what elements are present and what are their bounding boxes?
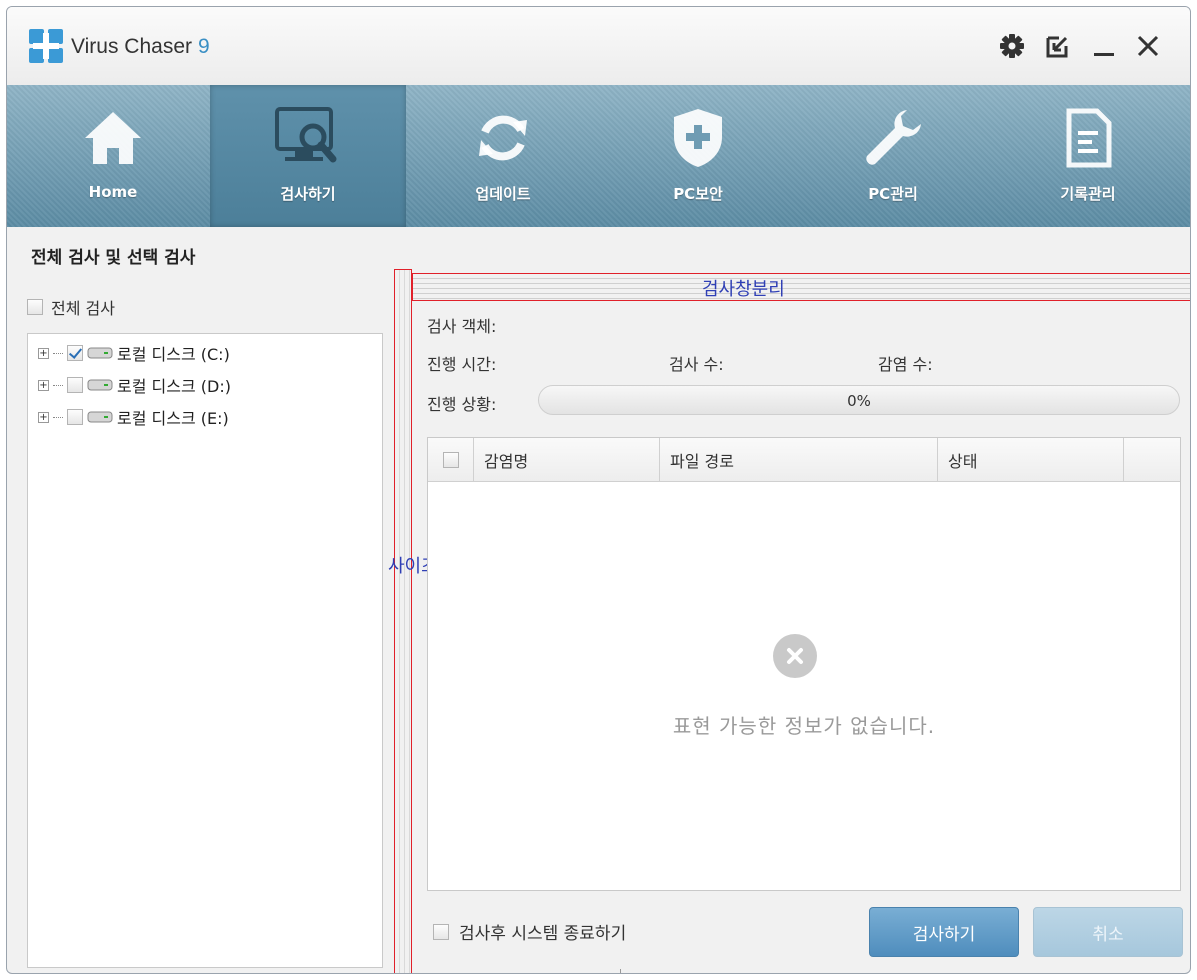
shield-plus-icon xyxy=(663,103,733,173)
minimize-icon[interactable] xyxy=(1087,29,1121,63)
shutdown-checkbox[interactable] xyxy=(433,923,449,940)
infected-count-label: 감염 수: xyxy=(878,355,933,374)
full-scan-checkbox[interactable] xyxy=(27,299,43,315)
select-all-checkbox[interactable] xyxy=(442,452,459,468)
nav-pc-manage-label: PC관리 xyxy=(868,185,918,203)
tree-item-drive-d[interactable]: + 로컬 디스크 (D:) xyxy=(38,374,231,396)
drive-icon xyxy=(87,379,113,391)
drive-d-label: 로컬 디스크 (D:) xyxy=(117,377,231,396)
results-table: 감염명 파일 경로 상태 표현 가능한 정보가 없습니다. xyxy=(427,437,1181,891)
resize-splitter[interactable] xyxy=(394,269,412,973)
home-icon xyxy=(78,103,148,173)
nav-update-label: 업데이트 xyxy=(475,185,531,203)
nav-scan-label: 검사하기 xyxy=(280,185,336,203)
app-window: Virus Chaser 9 Home 검사하기 업데이트 PC보안 PC관리 … xyxy=(6,6,1191,974)
scan-object-label: 검사 객체: xyxy=(427,317,497,336)
mini-mode-icon[interactable] xyxy=(1041,29,1075,63)
scan-monitor-icon xyxy=(273,103,343,173)
nav-update[interactable]: 업데이트 xyxy=(405,85,601,227)
drive-icon xyxy=(87,411,113,423)
progress-bar: 0% xyxy=(538,385,1180,415)
shutdown-label: 검사후 시스템 종료하기 xyxy=(459,924,627,944)
drive-c-checkbox[interactable] xyxy=(67,345,83,361)
title-bar: Virus Chaser 9 xyxy=(7,7,1190,85)
full-scan-option[interactable]: 전체 검사 xyxy=(27,295,115,319)
tree-item-drive-c[interactable]: + 로컬 디스크 (C:) xyxy=(38,342,230,364)
expand-icon[interactable]: + xyxy=(38,411,49,423)
nav-scan[interactable]: 검사하기 xyxy=(210,85,406,227)
shutdown-after-scan-option[interactable]: 검사후 시스템 종료하기 xyxy=(433,919,626,944)
nav-pc-security[interactable]: PC보안 xyxy=(600,85,796,227)
app-title: Virus Chaser 9 xyxy=(71,35,210,59)
drive-tree: + 로컬 디스크 (C:) + 로컬 디스크 (D:) + 로컬 디스크 (E:… xyxy=(27,333,383,968)
cancel-button[interactable]: 취소 xyxy=(1033,907,1183,957)
settings-gear-icon[interactable] xyxy=(995,29,1029,63)
empty-state-icon xyxy=(773,634,817,678)
drive-c-label: 로컬 디스크 (C:) xyxy=(117,345,230,364)
nav-pc-security-label: PC보안 xyxy=(673,185,723,203)
table-header: 감염명 파일 경로 상태 xyxy=(428,438,1180,482)
divider xyxy=(620,969,621,973)
select-all-column xyxy=(428,438,474,482)
detach-annotation: 검사창분리 xyxy=(702,279,785,300)
empty-state-message: 표현 가능한 정보가 없습니다. xyxy=(672,714,936,738)
drive-e-label: 로컬 디스크 (E:) xyxy=(117,409,229,428)
app-logo-icon xyxy=(29,29,63,63)
elapsed-time-label: 진행 시간: xyxy=(427,355,497,374)
main-nav: Home 검사하기 업데이트 PC보안 PC관리 기록관리 xyxy=(7,85,1190,227)
column-status[interactable]: 상태 xyxy=(938,438,1124,482)
detach-scan-window-handle[interactable] xyxy=(412,273,1190,301)
nav-home-label: Home xyxy=(88,183,138,201)
scan-count-label: 검사 수: xyxy=(669,355,724,374)
column-file-path[interactable]: 파일 경로 xyxy=(660,438,938,482)
progress-status-label: 진행 상황: xyxy=(427,395,497,414)
nav-home[interactable]: Home xyxy=(15,85,211,227)
refresh-icon xyxy=(468,103,538,173)
close-icon[interactable] xyxy=(1131,29,1165,63)
document-icon xyxy=(1053,103,1123,173)
expand-icon[interactable]: + xyxy=(38,379,49,391)
drive-e-checkbox[interactable] xyxy=(67,409,83,425)
progress-percent: 0% xyxy=(847,392,871,410)
app-name: Virus Chaser xyxy=(71,35,192,58)
nav-history[interactable]: 기록관리 xyxy=(990,85,1186,227)
wrench-icon xyxy=(858,103,928,173)
section-title: 전체 검사 및 선택 검사 xyxy=(31,248,196,268)
full-scan-label: 전체 검사 xyxy=(51,299,115,318)
expand-icon[interactable]: + xyxy=(38,347,49,359)
tree-item-drive-e[interactable]: + 로컬 디스크 (E:) xyxy=(38,406,229,428)
column-infection-name[interactable]: 감염명 xyxy=(474,438,660,482)
start-scan-button[interactable]: 검사하기 xyxy=(869,907,1019,957)
drive-d-checkbox[interactable] xyxy=(67,377,83,393)
app-version: 9 xyxy=(198,35,210,58)
nav-pc-manage[interactable]: PC관리 xyxy=(795,85,991,227)
drive-icon xyxy=(87,347,113,359)
nav-history-label: 기록관리 xyxy=(1060,185,1116,203)
